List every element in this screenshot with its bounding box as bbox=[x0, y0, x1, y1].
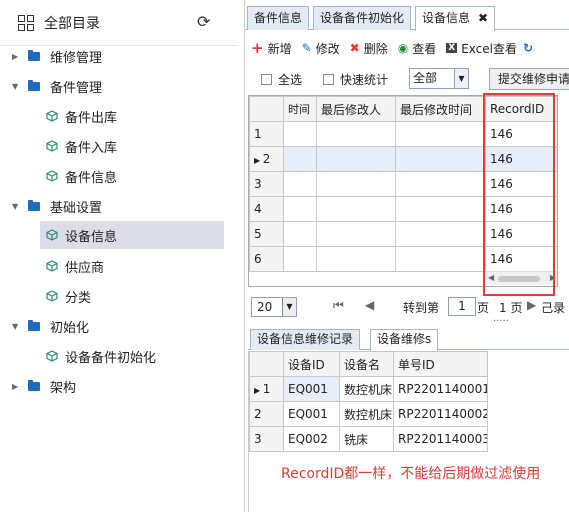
prev-page-icon[interactable]: ◀ bbox=[365, 298, 374, 312]
plus-icon: + bbox=[251, 39, 264, 57]
excel-button[interactable]: X Excel查看 bbox=[446, 40, 517, 57]
toolbar: + 新增 ✎ 修改 ✖ 删除 ◉ 查看 X Excel查看 ↻ bbox=[245, 36, 569, 60]
annotation-note: RecordID都一样，不能给后期做过滤使用 bbox=[281, 466, 541, 482]
edit-button[interactable]: ✎ 修改 bbox=[302, 40, 340, 57]
row-pointer-icon: ▶ bbox=[254, 156, 263, 165]
tree-item-device-info[interactable]: 设备信息 bbox=[40, 221, 224, 249]
tree-title: 全部目录 bbox=[44, 15, 100, 32]
table-row[interactable]: 3 EQ002 铣床 RP2201140003 bbox=[249, 426, 488, 452]
repair-grid: 设备ID 设备名 单号ID ▶ 1 EQ001 数控机床 RP220114000… bbox=[248, 351, 569, 512]
folder-icon bbox=[28, 49, 40, 61]
tab-device-spare-init[interactable]: 设备备件初始化 bbox=[313, 6, 412, 30]
directory-tree: 全部目录 ⟳ ▶ 维修管理 ▼ 备件管理 备件出库 备件入库 备件信息 ▼ 基础… bbox=[0, 0, 238, 512]
folder-icon bbox=[28, 79, 40, 91]
eye-icon: ◉ bbox=[397, 41, 409, 55]
collapse-arrow-icon[interactable]: ▼ bbox=[12, 202, 20, 211]
collapse-arrow-icon[interactable]: ▼ bbox=[12, 322, 20, 331]
tab-device-repairs[interactable]: 设备维修s bbox=[370, 329, 439, 351]
sub-tab-bar: 设备信息维修记录 设备维修s bbox=[248, 328, 569, 351]
collapse-arrow-icon[interactable]: ▼ bbox=[12, 82, 20, 91]
tree-item-init[interactable]: ▼ 初始化 bbox=[12, 312, 232, 340]
tree-item-supplier[interactable]: 供应商 bbox=[46, 252, 232, 280]
page-size-select[interactable]: 20 ▼ bbox=[251, 297, 297, 317]
chevron-down-icon[interactable]: ▼ bbox=[454, 69, 468, 88]
tree-item-device-spare-init[interactable]: 设备备件初始化 bbox=[46, 342, 232, 370]
cube-icon bbox=[46, 290, 58, 302]
filter-bar: 全选 快速统计 全部 ▼ 提交维修申请 bbox=[245, 66, 569, 90]
recordid-highlight-box bbox=[483, 93, 555, 296]
column-header[interactable]: 单号ID bbox=[393, 351, 488, 377]
folder-icon bbox=[28, 199, 40, 211]
expand-arrow-icon[interactable]: ▶ bbox=[12, 382, 20, 391]
chevron-down-icon[interactable]: ▼ bbox=[282, 298, 296, 316]
subgrid-header-row: 设备ID 设备名 单号ID bbox=[249, 351, 488, 377]
table-row[interactable]: ▶ 1 EQ001 数控机床 RP2201140001 bbox=[249, 376, 488, 402]
column-header[interactable]: 最后修改时间 bbox=[395, 96, 486, 122]
cube-icon bbox=[46, 140, 58, 152]
cube-icon bbox=[46, 170, 58, 182]
column-header[interactable]: 设备名 bbox=[339, 351, 394, 377]
delete-x-icon: ✖ bbox=[349, 41, 360, 55]
tree-item-spare-mgmt[interactable]: ▼ 备件管理 bbox=[12, 72, 232, 100]
tree-item-spare-info[interactable]: 备件信息 bbox=[46, 162, 232, 190]
next-page-icon[interactable]: ▶ bbox=[527, 298, 536, 312]
folder-icon bbox=[28, 319, 40, 331]
refresh-button[interactable]: ↻ bbox=[523, 41, 537, 55]
quick-stats-checkbox[interactable]: 快速统计 bbox=[323, 71, 388, 88]
folder-icon bbox=[28, 379, 40, 391]
tab-device-info[interactable]: 设备信息 ✖ bbox=[415, 6, 496, 31]
add-button[interactable]: + 新增 bbox=[251, 39, 292, 57]
close-icon[interactable]: ✖ bbox=[478, 11, 488, 25]
cube-icon bbox=[46, 229, 58, 241]
content-panel: 备件信息 设备备件初始化 设备信息 ✖ + 新增 ✎ 修改 ✖ 删除 ◉ 查看 X Exce… bbox=[244, 0, 569, 512]
pager: 20 ▼ ⏮ ◀ 转到第 1 页 1 页 ▶ 己录 ..... bbox=[245, 295, 569, 324]
column-header[interactable]: 设备ID bbox=[283, 351, 340, 377]
app-window: 全部目录 ⟳ ▶ 维修管理 ▼ 备件管理 备件出库 备件入库 备件信息 ▼ 基础… bbox=[0, 0, 569, 512]
view-button[interactable]: ◉ 查看 bbox=[398, 40, 437, 57]
tree-item-architecture[interactable]: ▶ 架构 bbox=[12, 372, 232, 400]
page-number-input[interactable]: 1 bbox=[448, 297, 476, 316]
pencil-icon: ✎ bbox=[301, 41, 312, 55]
status-combo[interactable]: 全部 ▼ bbox=[409, 68, 469, 89]
delete-button[interactable]: ✖ 删除 bbox=[350, 40, 388, 57]
column-header[interactable]: 最后修改人 bbox=[316, 96, 396, 122]
refresh-icon[interactable]: ⟳ bbox=[197, 14, 213, 30]
table-row[interactable]: 2 EQ001 数控机床 RP2201140002 bbox=[249, 401, 488, 427]
cube-icon bbox=[46, 110, 58, 122]
submit-repair-button[interactable]: 提交维修申请 bbox=[489, 68, 569, 90]
tab-repair-records[interactable]: 设备信息维修记录 bbox=[250, 329, 361, 350]
refresh-icon: ↻ bbox=[523, 41, 534, 55]
tree-item-repair-mgmt[interactable]: ▶ 维修管理 bbox=[12, 42, 232, 70]
tree-item-spare-out[interactable]: 备件出库 bbox=[46, 102, 232, 130]
tab-bar: 备件信息 设备备件初始化 设备信息 ✖ bbox=[245, 6, 569, 31]
tab-spare-info[interactable]: 备件信息 bbox=[247, 6, 310, 30]
select-all-checkbox[interactable]: 全选 bbox=[261, 71, 302, 88]
tree-header: 全部目录 ⟳ bbox=[0, 0, 238, 46]
cube-icon bbox=[46, 260, 58, 272]
grid-menu-icon bbox=[18, 14, 34, 31]
row-pointer-icon: ▶ bbox=[254, 386, 263, 395]
cube-icon bbox=[46, 350, 58, 362]
expand-arrow-icon[interactable]: ▶ bbox=[12, 52, 20, 61]
splitter-dots[interactable]: ..... bbox=[493, 313, 509, 324]
column-header[interactable]: 时间 bbox=[283, 96, 317, 122]
first-page-icon[interactable]: ⏮ bbox=[333, 298, 344, 313]
tree-item-spare-in[interactable]: 备件入库 bbox=[46, 132, 232, 160]
tree-item-category[interactable]: 分类 bbox=[46, 282, 232, 310]
excel-icon: X bbox=[446, 43, 458, 53]
tree-item-basic-settings[interactable]: ▼ 基础设置 bbox=[12, 192, 232, 220]
